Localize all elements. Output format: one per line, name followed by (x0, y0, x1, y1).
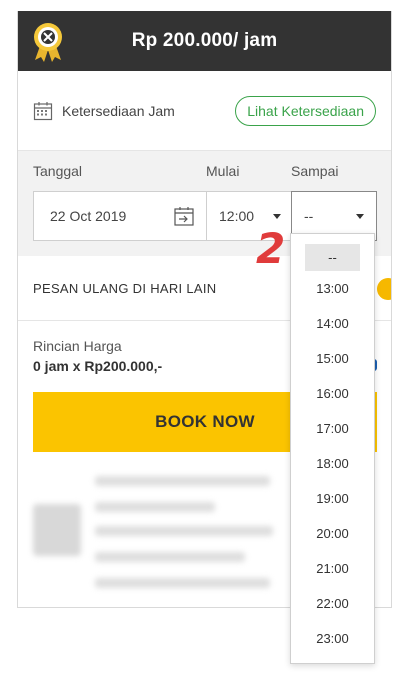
dropdown-option[interactable]: 20:00 (291, 516, 374, 551)
caret-down-icon (273, 214, 281, 219)
reorder-toggle[interactable] (377, 278, 391, 300)
price-header: Rp 200.000/ jam (18, 11, 391, 71)
blurred-line (95, 502, 215, 512)
date-field[interactable]: 22 Oct 2019 (34, 192, 207, 240)
caret-down-icon (356, 214, 364, 219)
date-value: 22 Oct 2019 (50, 208, 127, 224)
dropdown-option[interactable]: 21:00 (291, 551, 374, 586)
blurred-line (95, 578, 270, 588)
calendar-grid-icon (33, 101, 53, 120)
blurred-line (95, 476, 270, 486)
dropdown-option[interactable]: 13:00 (291, 271, 374, 306)
reorder-label: PESAN ULANG DI HARI LAIN (33, 280, 217, 296)
end-label: Sampai (291, 163, 339, 179)
dropdown-option[interactable]: 19:00 (291, 481, 374, 516)
dropdown-option-selected[interactable]: -- (305, 244, 360, 271)
availability-row: Ketersediaan Jam Lihat Ketersediaan (18, 71, 391, 151)
award-badge-icon (34, 23, 62, 62)
blurred-line (95, 552, 245, 562)
step-annotation: 2 (256, 224, 286, 273)
dropdown-options: 13:00 14:00 15:00 16:00 17:00 18:00 19:0… (291, 271, 374, 656)
calendar-arrow-icon (174, 207, 194, 226)
price-per-hour: Rp 200.000/ jam (131, 30, 278, 51)
blurred-line (95, 526, 273, 536)
blurred-avatar (33, 504, 81, 556)
dropdown-option[interactable]: 16:00 (291, 376, 374, 411)
blurred-host-info (33, 466, 278, 601)
dropdown-option[interactable]: 18:00 (291, 446, 374, 481)
availability-label: Ketersediaan Jam (62, 102, 175, 119)
dropdown-option[interactable]: 22:00 (291, 586, 374, 621)
end-time-value: -- (304, 208, 314, 224)
start-time-value: 12:00 (219, 208, 255, 224)
date-label: Tanggal (33, 163, 83, 179)
start-label: Mulai (206, 163, 240, 179)
dropdown-option[interactable]: 17:00 (291, 411, 374, 446)
dropdown-option[interactable]: 15:00 (291, 341, 374, 376)
dropdown-option[interactable]: 14:00 (291, 306, 374, 341)
view-availability-button[interactable]: Lihat Ketersediaan (235, 95, 376, 126)
dropdown-option[interactable]: 23:00 (291, 621, 374, 656)
end-time-dropdown[interactable]: -- 13:00 14:00 15:00 16:00 17:00 18:00 1… (290, 233, 375, 664)
